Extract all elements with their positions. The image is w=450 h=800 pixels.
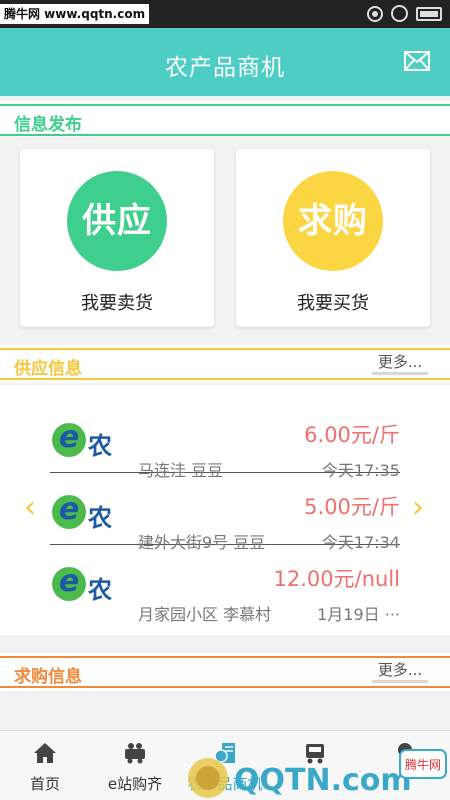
purchase-badge: 求购 (283, 171, 383, 271)
buy-label: 我要买货 (297, 293, 369, 314)
qqtn-watermark-logo: QQTN.com 腾牛网 (188, 749, 447, 798)
supply-section-header: 供应信息 更多... (0, 345, 450, 383)
item-time: 1月19日 ··· (317, 605, 400, 624)
purchase-more-button[interactable]: 更多... (372, 659, 428, 683)
page-title: 农产品商机 (165, 55, 285, 81)
e-nong-logo-icon: e农 (50, 567, 122, 604)
list-item[interactable]: e农 12.00元/null 月家园小区 李慕村 1月19日 ··· (50, 545, 400, 624)
divider (0, 104, 450, 106)
qqtn-site-text: QQTN.com (234, 763, 412, 798)
purchase-section-title: 求购信息 (14, 667, 82, 687)
divider (0, 378, 450, 380)
list-item[interactable]: e农 6.00元/斤 马连洼 豆豆 今天17:35 (50, 401, 400, 480)
home-icon (34, 743, 56, 763)
supply-badge: 供应 (67, 171, 167, 271)
publish-area: 供应 我要卖货 求购 我要买货 (0, 137, 450, 343)
purchase-section-header: 求购信息 更多... (0, 653, 450, 691)
status-icons (367, 5, 442, 22)
battery-icon (416, 6, 442, 21)
e-nong-logo-icon: e农 (50, 423, 122, 460)
chevron-right-icon[interactable]: › (408, 493, 428, 523)
alarm-icon (391, 5, 408, 22)
divider (0, 134, 450, 136)
app-header: 农产品商机 (0, 28, 450, 96)
item-price: 12.00元/null (273, 567, 400, 591)
item-price: 5.00元/斤 (304, 495, 400, 519)
sell-label: 我要卖货 (81, 293, 153, 314)
supply-section-title: 供应信息 (14, 359, 82, 379)
cart-icon (125, 743, 145, 764)
divider (0, 686, 450, 688)
qqtn-badge-text: 腾牛网 (405, 757, 441, 772)
supply-list: ‹ › e农 6.00元/斤 马连洼 豆豆 今天17:35 e农 5.00元/斤… (0, 385, 450, 635)
publish-section-header: 信息发布 (0, 101, 450, 139)
supply-more-button[interactable]: 更多... (372, 351, 428, 375)
divider (0, 656, 450, 658)
chevron-left-icon[interactable]: ‹ (20, 493, 40, 523)
divider (0, 348, 450, 350)
item-location: 月家园小区 李慕村 (138, 605, 272, 624)
item-price: 6.00元/斤 (304, 423, 400, 447)
buy-card[interactable]: 求购 我要买货 (236, 149, 430, 327)
tab-home[interactable]: 首页 (0, 731, 90, 800)
location-icon (367, 5, 383, 22)
tab-label: 首页 (29, 775, 60, 793)
publish-section-title: 信息发布 (14, 115, 82, 135)
status-bar: 腾牛网 www.qqtn.com (0, 0, 450, 28)
list-item[interactable]: e农 5.00元/斤 建外大街9号 豆豆 今天17:34 (50, 473, 400, 552)
mail-icon[interactable] (404, 51, 430, 71)
site-watermark: 腾牛网 www.qqtn.com (0, 4, 150, 24)
e-nong-logo-icon: e农 (50, 495, 122, 532)
sell-card[interactable]: 供应 我要卖货 (20, 149, 214, 327)
